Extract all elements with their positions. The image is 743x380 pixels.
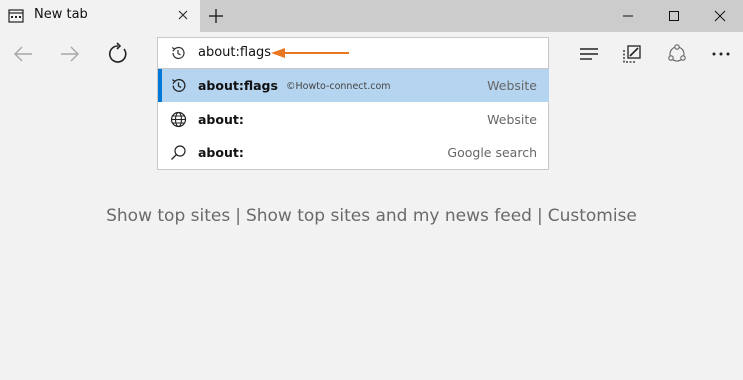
history-icon: [170, 45, 186, 61]
new-tab-options: Show top sites | Show top sites and my new…: [0, 206, 743, 226]
share-icon[interactable]: [663, 40, 691, 68]
annotation-arrow-icon: [271, 48, 349, 58]
watermark-text: ©Howto-connect.com: [286, 81, 391, 92]
refresh-icon[interactable]: [105, 41, 131, 67]
customise-link[interactable]: Customise: [548, 206, 637, 226]
minimize-window-button[interactable]: [605, 0, 651, 32]
show-top-sites-and-news-link[interactable]: Show top sites and my news feed: [246, 206, 532, 226]
separator: |: [536, 206, 543, 226]
close-window-button[interactable]: [697, 0, 743, 32]
suggestion-label: about:: [198, 112, 244, 127]
suggestion-row[interactable]: about:flags ©Howto-connect.com Website: [158, 69, 549, 102]
history-icon: [170, 77, 187, 94]
more-options-icon[interactable]: [707, 40, 735, 68]
suggestion-label: about:: [198, 145, 244, 160]
tab-page-icon: [8, 8, 24, 23]
globe-icon: [170, 111, 187, 128]
tab-new-tab[interactable]: New tab: [0, 0, 200, 32]
forward-arrow-icon[interactable]: [57, 41, 83, 67]
selection-accent: [158, 69, 162, 102]
suggestion-row[interactable]: about: Website: [158, 103, 549, 136]
suggestions-dropdown: about:flags ©Howto-connect.com Website a…: [157, 69, 549, 170]
separator: |: [235, 206, 241, 226]
web-note-icon[interactable]: [618, 40, 646, 68]
address-input-value[interactable]: about:flags: [198, 45, 271, 60]
maximize-window-button[interactable]: [651, 0, 697, 32]
back-arrow-icon[interactable]: [10, 41, 36, 67]
search-icon: [170, 144, 187, 161]
hub-icon[interactable]: [575, 40, 603, 68]
tab-strip: New tab: [0, 0, 743, 32]
tab-title: New tab: [34, 7, 88, 22]
suggestion-row[interactable]: about: Google search: [158, 136, 549, 169]
suggestion-label: about:flags: [198, 78, 278, 93]
suggestion-kind: Website: [487, 78, 537, 93]
suggestion-kind: Website: [487, 112, 537, 127]
suggestion-kind: Google search: [447, 145, 537, 160]
new-tab-plus-icon[interactable]: [206, 6, 226, 26]
close-tab-icon[interactable]: [174, 6, 192, 24]
show-top-sites-link[interactable]: Show top sites: [106, 206, 230, 226]
address-bar[interactable]: about:flags: [157, 37, 549, 69]
